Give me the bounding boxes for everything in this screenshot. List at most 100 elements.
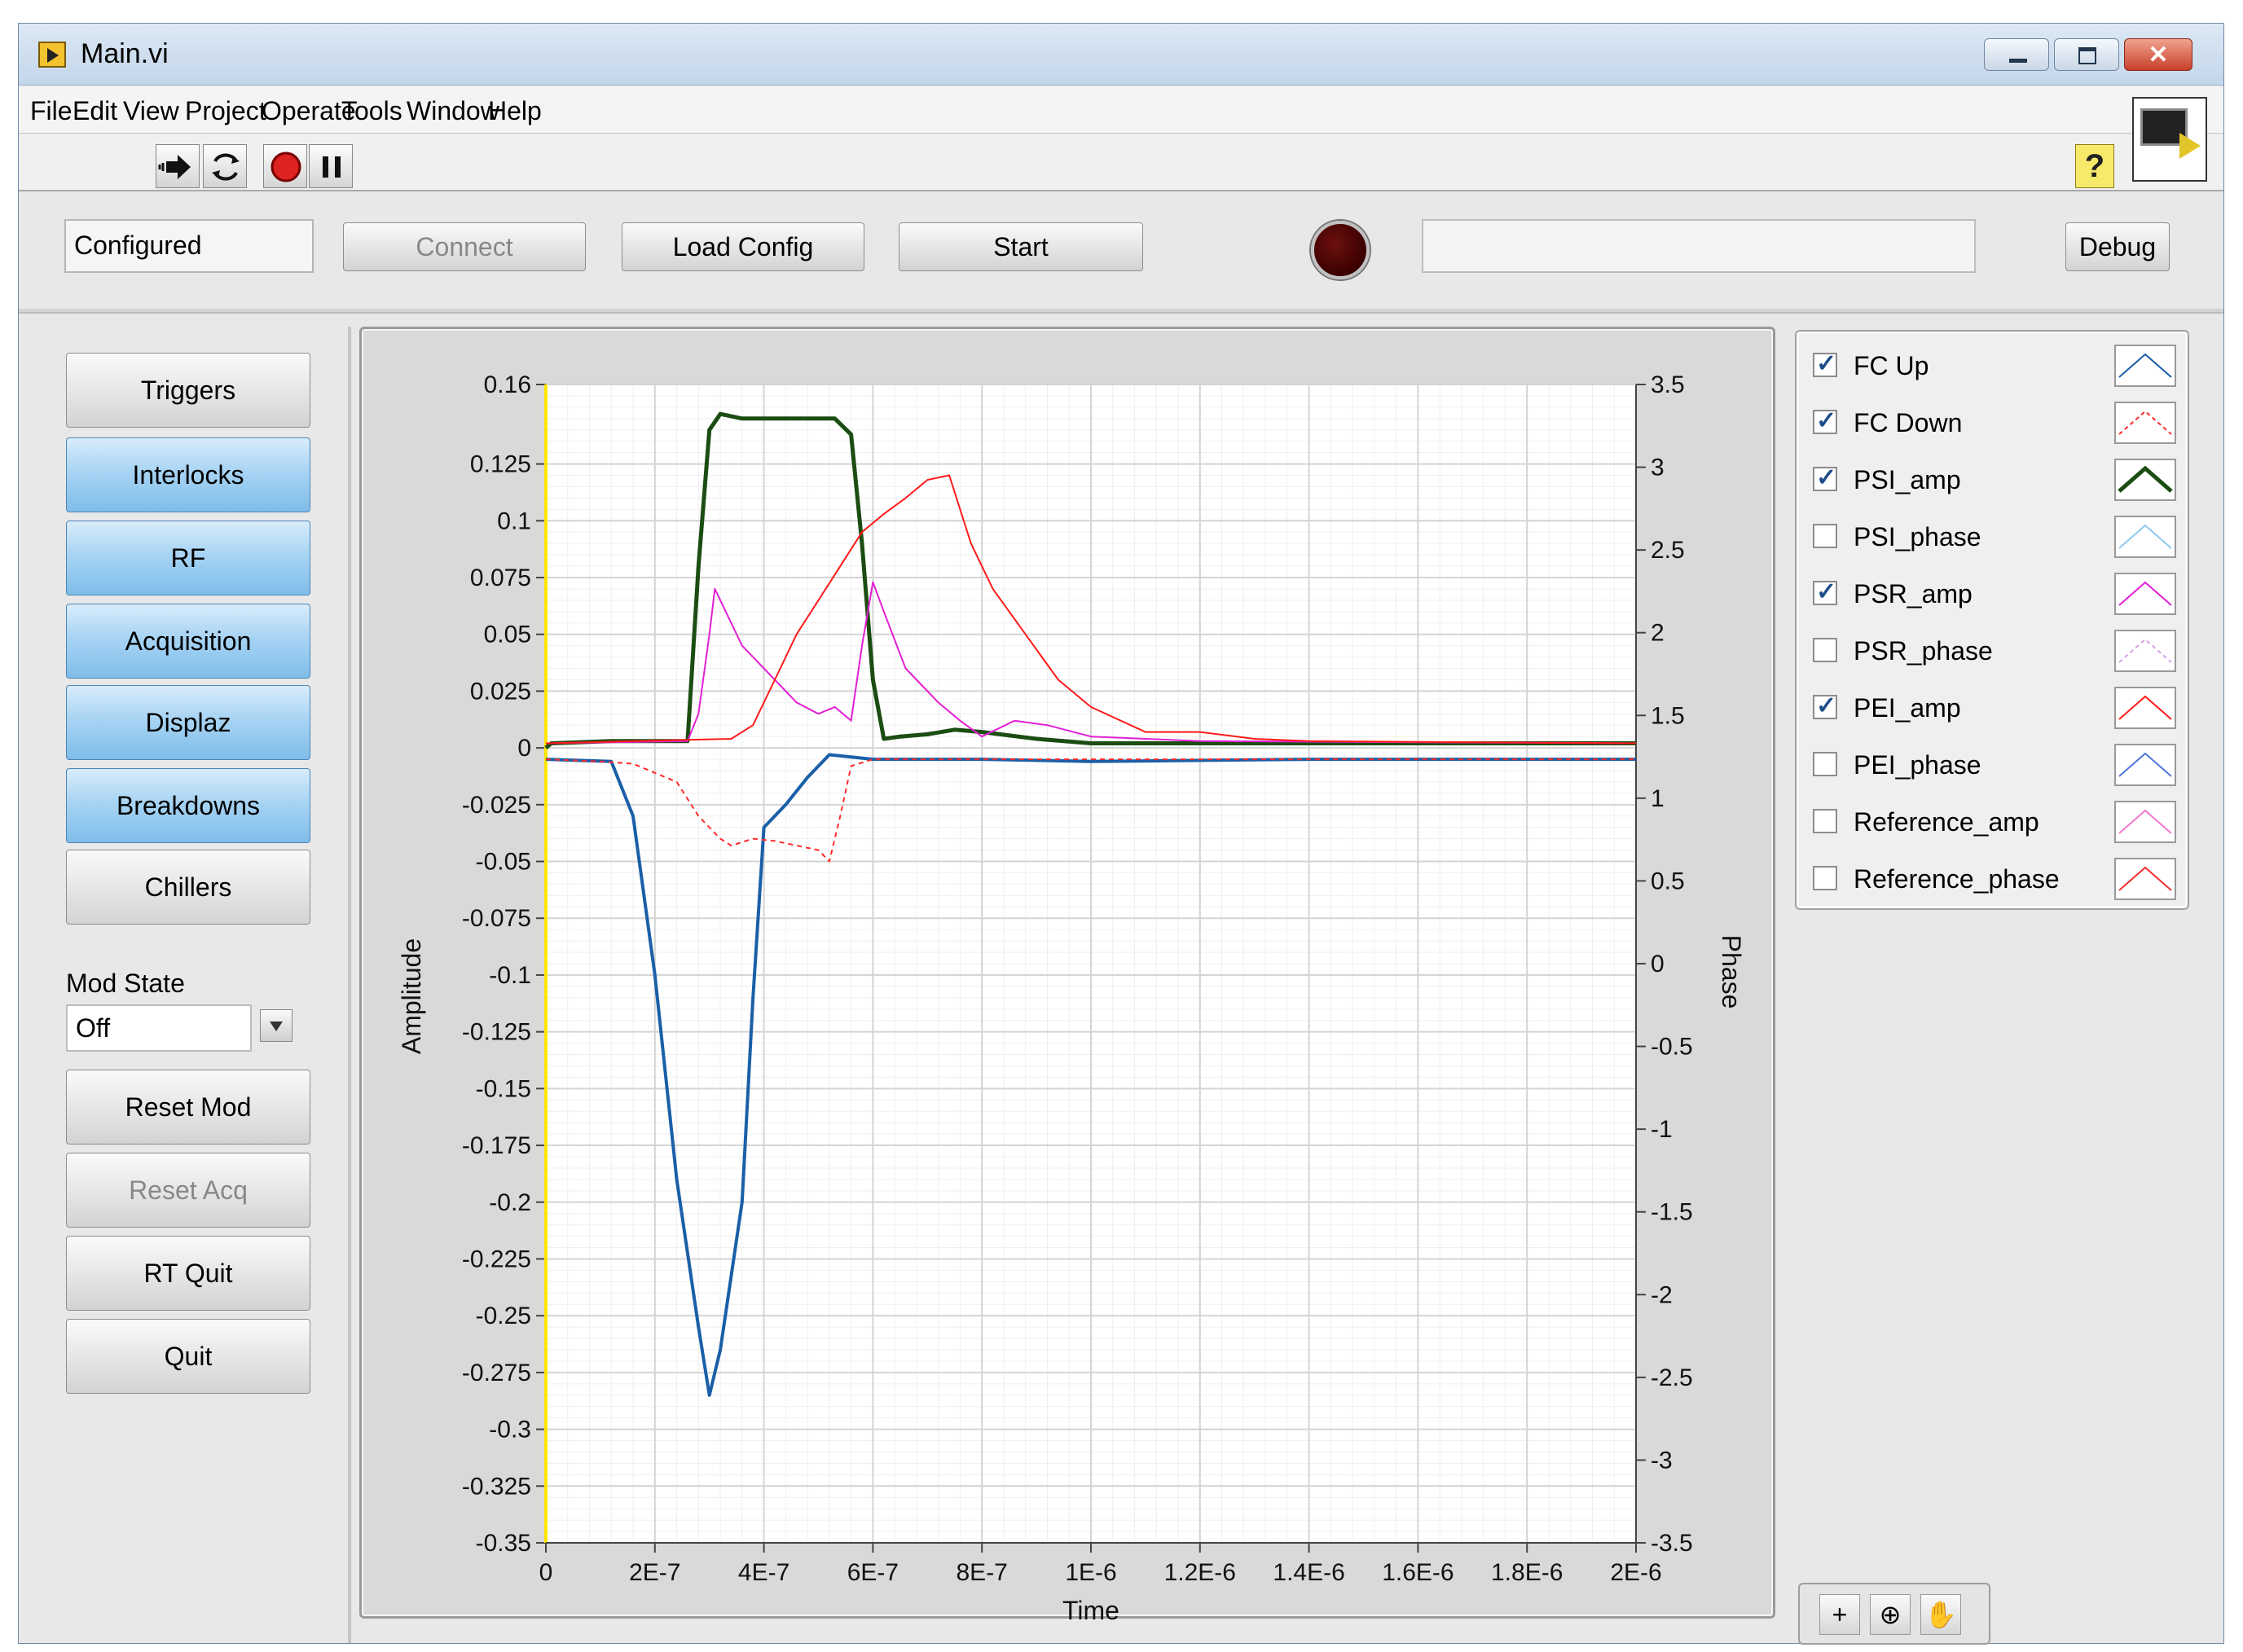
legend-item[interactable]: Reference_amp [1813,797,2179,846]
run-continuously-icon[interactable] [203,144,247,188]
menu-help[interactable]: Help [488,96,542,125]
legend-item[interactable]: FC Up [1813,341,2179,390]
legend-line-swatch[interactable] [2114,630,2176,672]
pause-icon[interactable] [309,144,353,188]
maximize-button[interactable] [2054,38,2119,71]
y-tick-label: 0.075 [470,565,531,591]
load-config-button[interactable]: Load Config [622,222,864,271]
y2-tick-label: -0.5 [1651,1034,1693,1061]
y-tick-label: -0.225 [462,1246,531,1272]
legend-visibility-checkbox[interactable] [1813,524,1837,548]
panel-separator [348,327,351,1643]
menu-tools[interactable]: Tools [341,96,402,125]
legend-visibility-checkbox[interactable] [1813,866,1837,890]
rf-button[interactable]: RF [66,521,310,595]
legend-item-label: PEI_phase [1854,750,1981,780]
legend-visibility-checkbox[interactable] [1813,752,1837,776]
menu-project[interactable]: Project [185,96,266,125]
x-tick-label: 1.6E-6 [1382,1559,1454,1586]
legend-line-swatch[interactable] [2114,801,2176,843]
menu-file[interactable]: File [30,96,73,125]
legend-visibility-checkbox[interactable] [1813,406,1837,435]
y-tick-label: -0.3 [489,1417,531,1443]
chillers-button[interactable]: Chillers [66,850,310,925]
zoom-icon[interactable]: ⊕ [1870,1594,1911,1635]
legend-item-label: PSR_phase [1854,636,1993,666]
abort-icon[interactable] [263,144,307,188]
legend-item[interactable]: PSI_phase [1813,512,2179,561]
legend-visibility-checkbox[interactable] [1813,464,1837,492]
debug-button[interactable]: Debug [2065,222,2170,271]
legend-line-swatch[interactable] [2114,744,2176,786]
x-tick-label: 0 [539,1559,553,1586]
y2-tick-label: 2 [1651,620,1665,647]
acquisition-button[interactable]: Acquisition [66,604,310,679]
close-button[interactable] [2124,38,2192,71]
quit-button[interactable]: Quit [66,1319,310,1394]
legend-item-label: Reference_amp [1854,807,2039,837]
legend-item-label: FC Up [1854,351,1929,380]
y-tick-label: -0.15 [476,1075,531,1102]
rt-quit-button[interactable]: RT Quit [66,1236,310,1311]
y2-tick-label: 0 [1651,951,1665,978]
legend-line-swatch[interactable] [2114,687,2176,729]
y-tick-label: -0.125 [462,1019,531,1046]
run-arrow-icon[interactable] [156,144,200,188]
y2-tick-label: -1 [1651,1116,1673,1143]
menu-window[interactable]: Window [407,96,499,125]
x-axis-label: Time [1062,1596,1119,1621]
legend-line-swatch[interactable] [2114,573,2176,615]
legend-line-swatch[interactable] [2114,516,2176,558]
legend-visibility-checkbox[interactable] [1813,638,1837,662]
connect-button[interactable]: Connect [343,222,586,271]
x-tick-label: 1.8E-6 [1491,1559,1563,1586]
mod-state-label: Mod State [66,969,185,998]
y-tick-label: -0.35 [476,1530,531,1557]
displaz-button[interactable]: Displaz [66,685,310,760]
triggers-button[interactable]: Triggers [66,353,310,428]
interlocks-button[interactable]: Interlocks [66,437,310,512]
legend-item[interactable]: Reference_phase [1813,855,2179,903]
legend-item[interactable]: PEI_phase [1813,740,2179,789]
legend-line-swatch[interactable] [2114,345,2176,387]
legend-line-swatch[interactable] [2114,858,2176,900]
pan-hand-icon[interactable]: ✋ [1920,1594,1961,1635]
waveform-graph[interactable]: 0 2E-7 4E-7 6E-7 8E-7 1E-6 1.2E-6 1.4E-6 1.6E-6 1… [359,327,1778,1621]
legend-visibility-checkbox[interactable] [1813,809,1837,833]
legend-visibility-checkbox[interactable] [1813,578,1837,606]
y2-tick-label: 3 [1651,455,1665,481]
y2-tick-label: 2.5 [1651,537,1685,564]
y-tick-label: -0.325 [462,1473,531,1500]
legend-item[interactable]: PSI_amp [1813,455,2179,504]
start-button[interactable]: Start [899,222,1143,271]
legend-line-swatch[interactable] [2114,459,2176,501]
status-indicator: Configured [64,219,314,273]
legend-item[interactable]: PEI_amp [1813,683,2179,732]
legend-item[interactable]: FC Down [1813,398,2179,447]
reset-mod-button[interactable]: Reset Mod [66,1070,310,1145]
graph-plot-area[interactable]: 0 2E-7 4E-7 6E-7 8E-7 1E-6 1.2E-6 1.4E-6 1.6E-6 1… [362,329,1778,1621]
breakdowns-button[interactable]: Breakdowns [66,768,310,843]
y2-axis-label: Phase [1717,935,1746,1009]
minimize-button[interactable] [1984,38,2049,71]
legend-item[interactable]: PSR_amp [1813,569,2179,618]
reset-acq-button[interactable]: Reset Acq [66,1153,310,1228]
menu-edit[interactable]: Edit [73,96,117,125]
legend-visibility-checkbox[interactable] [1813,349,1837,378]
legend-line-swatch[interactable] [2114,402,2176,444]
y-tick-label: 0.16 [484,371,531,398]
menu-view[interactable]: View [123,96,179,125]
y-tick-label: -0.025 [462,792,531,819]
context-help-button[interactable]: ? [2075,144,2114,188]
dropdown-arrow-icon[interactable] [260,1009,292,1042]
legend-visibility-checkbox[interactable] [1813,692,1837,720]
y-tick-label: 0.125 [470,451,531,478]
labview-vi-icon [38,42,66,68]
y-tick-label: -0.2 [489,1189,531,1216]
y2-tick-label: -2.5 [1651,1364,1693,1391]
legend-item[interactable]: PSR_phase [1813,626,2179,675]
x-tick-label: 1.4E-6 [1273,1559,1344,1586]
menu-bar: File Edit View Project Operate Tools Win… [19,86,2223,134]
crosshair-cursor-icon[interactable]: + [1819,1594,1860,1635]
mod-state-select[interactable]: Off [66,1004,252,1052]
